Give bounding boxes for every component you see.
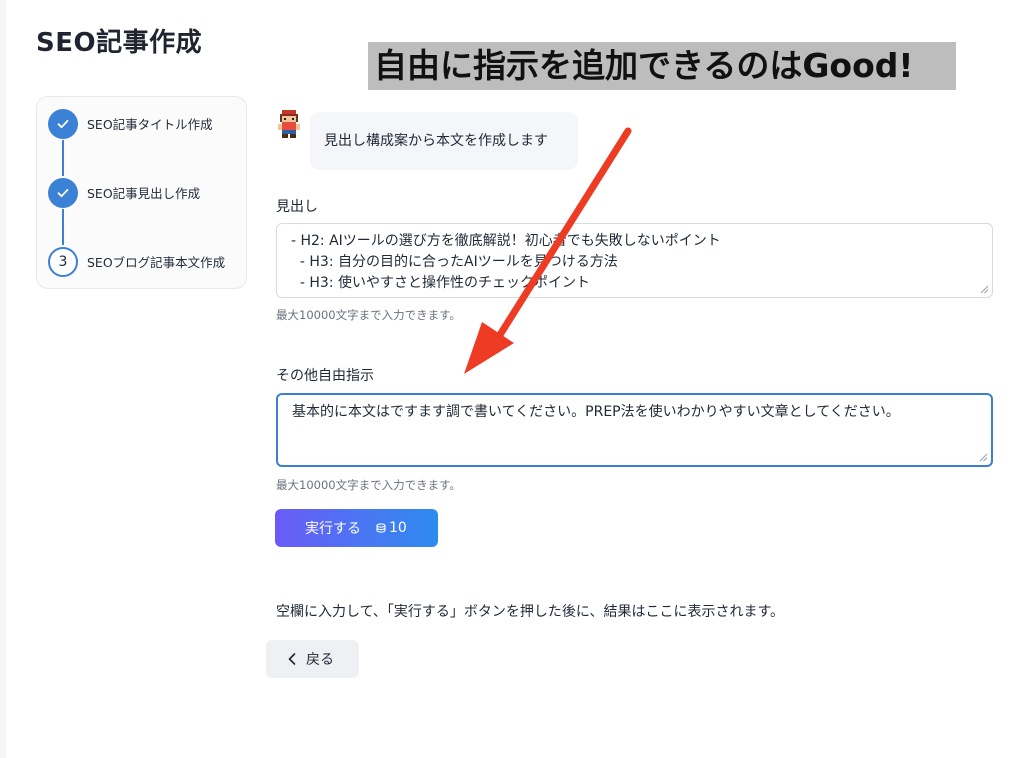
- left-edge-panel: [0, 0, 6, 758]
- step-body[interactable]: 3 SEOブログ記事本文作成: [48, 247, 243, 279]
- chevron-left-icon: [288, 653, 296, 665]
- step-title[interactable]: SEO記事タイトル作成: [48, 109, 243, 141]
- step-label: SEO記事見出し作成: [87, 186, 201, 201]
- instructions-label: その他自由指示: [276, 368, 374, 384]
- run-button-label: 実行する: [305, 521, 361, 537]
- run-button[interactable]: 実行する 10: [275, 509, 438, 547]
- step-connector: [62, 140, 64, 176]
- credit-count: 10: [389, 520, 407, 536]
- credit-badge: 10: [375, 520, 407, 536]
- check-icon: [48, 178, 78, 208]
- back-button-label: 戻る: [306, 652, 334, 668]
- step-headings[interactable]: SEO記事見出し作成: [48, 178, 243, 210]
- headings-line: - H3: 自分の目的に合ったAIツールを見つける方法: [291, 254, 618, 270]
- chat-bubble: 見出し構成案から本文を作成します: [310, 112, 578, 170]
- progress-stepper: SEO記事タイトル作成 SEO記事見出し作成 3 SEOブログ記事本文作成: [36, 96, 247, 289]
- headings-line: - H2: AIツールの選び方を徹底解説！初心者でも失敗しないポイント: [291, 233, 721, 249]
- step-connector: [62, 209, 64, 245]
- instructions-hint: 最大10000文字まで入力できます。: [276, 478, 461, 492]
- page-title: SEO記事作成: [36, 28, 203, 58]
- headings-label: 見出し: [276, 199, 318, 215]
- step-label: SEO記事タイトル作成: [87, 117, 213, 132]
- step-label: SEOブログ記事本文作成: [87, 255, 226, 270]
- instructions-value: 基本的に本文はですます調で書いてください。PREP法を使いわかりやすい文章として…: [292, 404, 900, 420]
- pixel-avatar-icon: [276, 110, 302, 138]
- check-icon: [48, 109, 78, 139]
- resize-handle-icon[interactable]: [979, 453, 988, 462]
- headings-textarea[interactable]: - H2: AIツールの選び方を徹底解説！初心者でも失敗しないポイント - H3…: [276, 223, 993, 298]
- result-placeholder: 空欄に入力して、「実行する」ボタンを押した後に、結果はここに表示されます。: [276, 604, 785, 620]
- instructions-textarea[interactable]: 基本的に本文はですます調で書いてください。PREP法を使いわかりやすい文章として…: [276, 393, 993, 467]
- coins-icon: [376, 523, 386, 533]
- headings-line: - H3: 使いやすさと操作性のチェックポイント: [291, 275, 591, 291]
- step-number: 3: [48, 247, 78, 277]
- annotation-banner: 自由に指示を追加できるのはGood!: [368, 42, 956, 90]
- back-button[interactable]: 戻る: [266, 640, 359, 678]
- headings-hint: 最大10000文字まで入力できます。: [276, 308, 461, 322]
- resize-handle-icon[interactable]: [980, 285, 989, 294]
